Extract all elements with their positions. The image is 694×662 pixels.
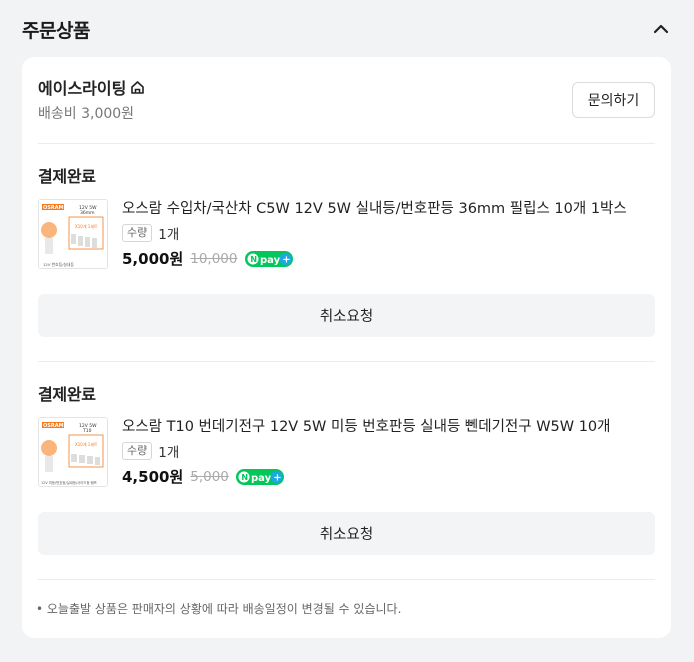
divider bbox=[38, 361, 655, 362]
product-thumbnail[interactable]: OSRAM 12V 5W T10 X10개 1세트 12V 미등/번호등/실내등… bbox=[38, 417, 108, 487]
inquiry-button[interactable]: 문의하기 bbox=[572, 82, 655, 118]
section-title: 주문상품 bbox=[22, 19, 90, 42]
seller-name: 에이스라이팅 bbox=[38, 79, 127, 98]
cancel-request-button[interactable]: 취소요청 bbox=[38, 512, 655, 555]
npay-logo-icon: N pay + bbox=[244, 250, 293, 267]
svg-text:OSRAM: OSRAM bbox=[43, 423, 64, 429]
shipping-notice: • 오늘출발 상품은 판매자의 상황에 따라 배송일정이 변경될 수 있습니다. bbox=[36, 602, 402, 616]
chevron-up-icon bbox=[653, 24, 669, 34]
shipping-fee: 배송비 3,000원 bbox=[38, 106, 135, 122]
svg-text:OSRAM: OSRAM bbox=[43, 205, 64, 211]
npay-logo-icon: N pay + bbox=[235, 468, 284, 485]
order-card: 에이스라이팅 배송비 3,000원 문의하기 결제완료 OSRAM 12V 5W… bbox=[22, 57, 671, 638]
svg-text:+: + bbox=[282, 254, 290, 265]
product-row[interactable]: OSRAM 12V 5W 36mm X10개 1세트 12V 번호등/실내등 오… bbox=[38, 199, 655, 271]
svg-text:X10개 1세트: X10개 1세트 bbox=[75, 441, 98, 447]
svg-text:pay: pay bbox=[260, 255, 281, 266]
npay-plus-badge: N pay + bbox=[235, 468, 284, 485]
order-status: 결제완료 bbox=[38, 385, 96, 404]
cancel-request-button[interactable]: 취소요청 bbox=[38, 294, 655, 337]
npay-plus-badge: N pay + bbox=[244, 250, 293, 267]
svg-text:12V 번호등/실내등: 12V 번호등/실내등 bbox=[43, 262, 74, 267]
svg-text:T10: T10 bbox=[82, 428, 92, 434]
order-items-header: 주문상품 bbox=[0, 0, 694, 58]
quantity-tag: 수량 bbox=[122, 224, 153, 242]
svg-text:pay: pay bbox=[251, 473, 272, 484]
svg-text:+: + bbox=[273, 472, 281, 483]
product-image-osram-c5w: OSRAM 12V 5W 36mm X10개 1세트 12V 번호등/실내등 bbox=[39, 200, 107, 268]
order-item-1: 결제완료 OSRAM 12V 5W 36mm X10개 1세트 12V 번호등/… bbox=[38, 163, 655, 337]
product-image-osram-t10: OSRAM 12V 5W T10 X10개 1세트 12V 미등/번호등/실내등… bbox=[39, 418, 107, 486]
product-name[interactable]: 오스람 T10 번데기전구 12V 5W 미등 번호판등 실내등 뻰데기전구 W… bbox=[122, 417, 655, 437]
quantity-value: 1개 bbox=[158, 227, 180, 243]
product-thumbnail[interactable]: OSRAM 12V 5W 36mm X10개 1세트 12V 번호등/실내등 bbox=[38, 199, 108, 269]
svg-text:X10개 1세트: X10개 1세트 bbox=[75, 223, 98, 229]
seller-row: 에이스라이팅 배송비 3,000원 문의하기 bbox=[38, 75, 655, 125]
seller-name-link[interactable]: 에이스라이팅 bbox=[38, 75, 655, 99]
quantity-tag: 수량 bbox=[122, 442, 153, 460]
store-home-icon bbox=[131, 80, 145, 94]
order-item-2: 결제완료 OSRAM 12V 5W T10 X10개 1세트 12V 미등/번호… bbox=[38, 381, 655, 555]
collapse-button[interactable] bbox=[650, 18, 672, 40]
svg-text:36mm: 36mm bbox=[80, 210, 95, 216]
quantity-value: 1개 bbox=[158, 445, 180, 461]
order-status: 결제완료 bbox=[38, 167, 96, 186]
svg-text:N: N bbox=[250, 255, 257, 264]
divider bbox=[38, 579, 655, 580]
svg-text:N: N bbox=[241, 473, 248, 482]
product-row[interactable]: OSRAM 12V 5W T10 X10개 1세트 12V 미등/번호등/실내등… bbox=[38, 417, 655, 489]
original-price: 10,000 bbox=[190, 250, 238, 267]
divider bbox=[38, 143, 655, 144]
svg-text:12V 미등/번호등/실내등/사이드등 램프: 12V 미등/번호등/실내등/사이드등 램프 bbox=[41, 480, 97, 485]
sale-price: 4,500원 bbox=[122, 468, 184, 486]
product-name[interactable]: 오스람 수입차/국산차 C5W 12V 5W 실내등/번호판등 36mm 필립스… bbox=[122, 199, 655, 219]
sale-price: 5,000원 bbox=[122, 250, 184, 268]
original-price: 5,000 bbox=[190, 468, 229, 485]
